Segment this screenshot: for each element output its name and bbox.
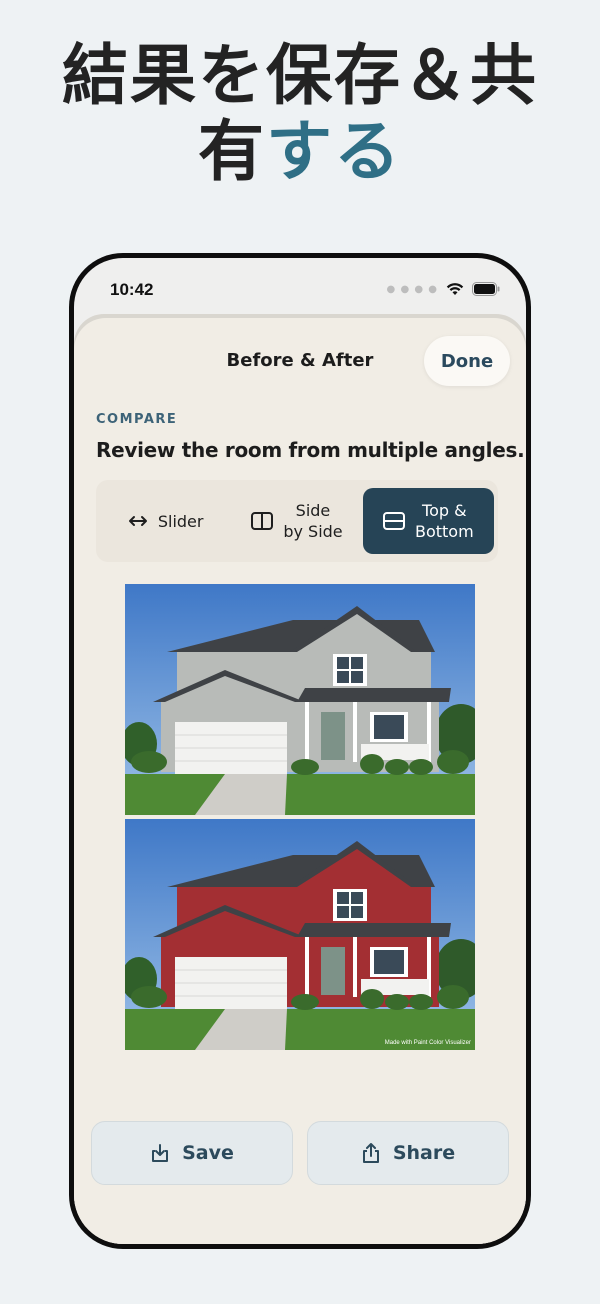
action-bar: Save Share — [91, 1121, 509, 1185]
save-button[interactable]: Save — [91, 1121, 293, 1185]
view-mode-slider-label: Slider — [157, 511, 204, 531]
section-label: COMPARE — [96, 412, 178, 427]
phone-frame: 10:42 ● ● ● ● Before & After Done COMPAR — [69, 253, 531, 1249]
view-mode-side-by-side[interactable]: Side by Side — [231, 488, 362, 554]
share-button-label: Share — [392, 1142, 456, 1164]
wifi-icon — [446, 283, 464, 295]
status-time: 10:42 — [110, 280, 154, 299]
section-description: Review the room from multiple angles. — [96, 438, 525, 462]
view-mode-top-bottom-label: Top & Bottom — [414, 501, 474, 541]
comparison-photos: Made with Paint Color Visualizer — [125, 584, 475, 1050]
signal-dots-icon: ● ● ● ● — [386, 283, 438, 295]
save-button-label: Save — [182, 1142, 234, 1164]
after-photo — [125, 819, 475, 1050]
headline-line-1: 結果を保存＆共 — [62, 37, 538, 114]
status-icons: ● ● ● ● — [387, 282, 500, 296]
view-mode-slider[interactable]: Slider — [100, 488, 231, 554]
status-bar: 10:42 ● ● ● ● — [74, 280, 526, 304]
arrows-horizontal-icon — [128, 516, 147, 526]
battery-icon — [472, 282, 500, 296]
save-download-icon — [152, 1144, 169, 1162]
promo-headline: 結果を保存＆共 有する — [0, 38, 600, 190]
before-photo — [125, 584, 475, 815]
photo-watermark: Made with Paint Color Visualizer — [384, 1040, 471, 1046]
view-mode-side-by-side-label: Side by Side — [283, 501, 343, 541]
done-button[interactable]: Done — [424, 336, 510, 386]
before-after-sheet: Before & After Done COMPARE Review the r… — [74, 318, 526, 1244]
share-icon — [362, 1143, 379, 1163]
view-mode-selector: Slider Side by Side Top & Bottom — [96, 480, 498, 562]
headline-accent: する — [266, 113, 402, 190]
headline-line-2: 有する — [0, 114, 600, 190]
phone-screen: 10:42 ● ● ● ● Before & After Done COMPAR — [74, 258, 526, 1244]
headline-plain: 有 — [198, 113, 266, 190]
view-mode-top-bottom[interactable]: Top & Bottom — [362, 488, 494, 554]
split-vertical-icon — [251, 512, 274, 530]
share-button[interactable]: Share — [307, 1121, 509, 1185]
split-horizontal-icon — [382, 512, 405, 530]
